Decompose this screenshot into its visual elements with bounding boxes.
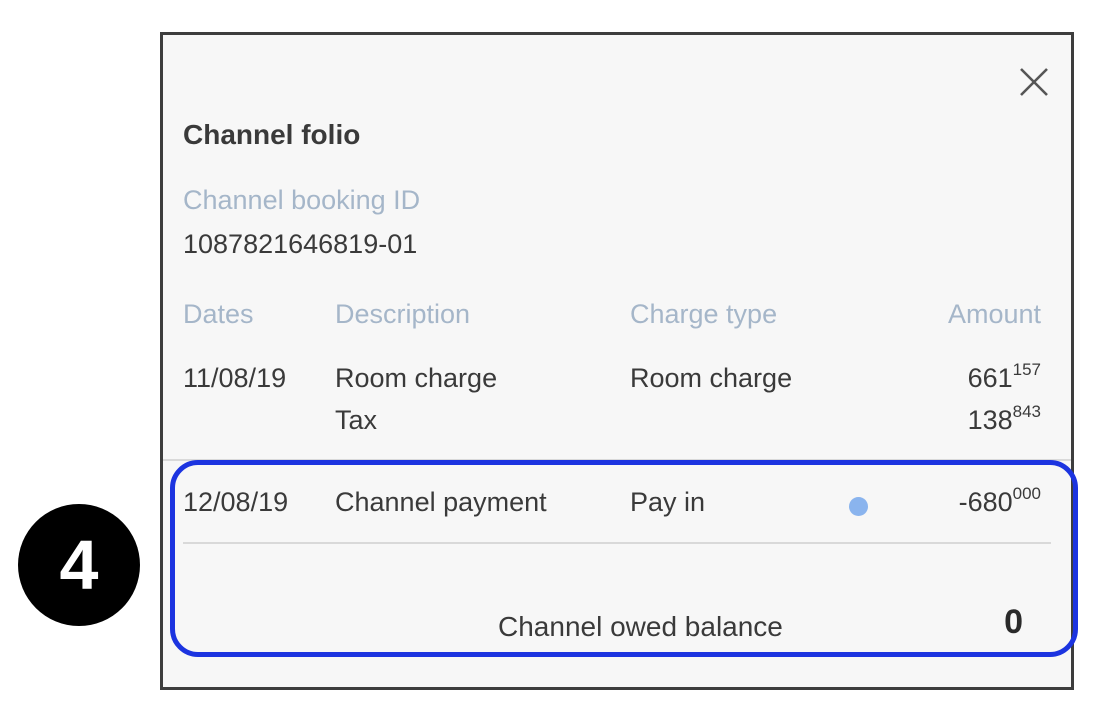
row-amount: 661157 (968, 361, 1041, 395)
channel-folio-panel: Channel folio Channel booking ID 1087821… (160, 32, 1074, 690)
row-charge-type: Room charge (630, 363, 793, 393)
status-dot-icon (849, 497, 868, 516)
row-amount: -680000 (959, 485, 1041, 519)
balance-label: Channel owed balance (498, 611, 783, 642)
amount-decimals: 000 (1012, 484, 1041, 503)
amount-integer: 661 (967, 363, 1013, 393)
row-description: Tax (335, 405, 378, 435)
column-header-description: Description (335, 299, 471, 329)
close-icon (1020, 68, 1048, 96)
row-charge-type: Pay in (630, 487, 706, 517)
balance-value: 0 (1004, 603, 1023, 641)
row-date: 11/08/19 (183, 363, 287, 393)
booking-id-label: Channel booking ID (183, 185, 421, 215)
amount-integer: -680 (958, 487, 1013, 517)
amount-integer: 138 (967, 405, 1013, 435)
row-description: Room charge (335, 363, 498, 393)
row-divider (163, 459, 1071, 461)
amount-decimals: 843 (1012, 402, 1041, 421)
row-amount: 138843 (968, 403, 1041, 437)
row-date: 12/08/19 (183, 487, 289, 517)
close-button[interactable] (1015, 63, 1053, 101)
panel-title: Channel folio (183, 119, 361, 150)
column-header-dates: Dates (183, 299, 254, 329)
booking-id-value: 1087821646819-01 (183, 229, 418, 259)
row-description: Channel payment (335, 487, 547, 517)
screen: 4 Channel folio Channel booking ID 10878… (0, 0, 1093, 720)
amount-decimals: 157 (1012, 360, 1041, 379)
column-header-amount: Amount (947, 299, 1041, 329)
step-number-badge: 4 (18, 504, 140, 626)
row-divider (183, 542, 1051, 544)
column-header-charge-type: Charge type (630, 299, 778, 329)
